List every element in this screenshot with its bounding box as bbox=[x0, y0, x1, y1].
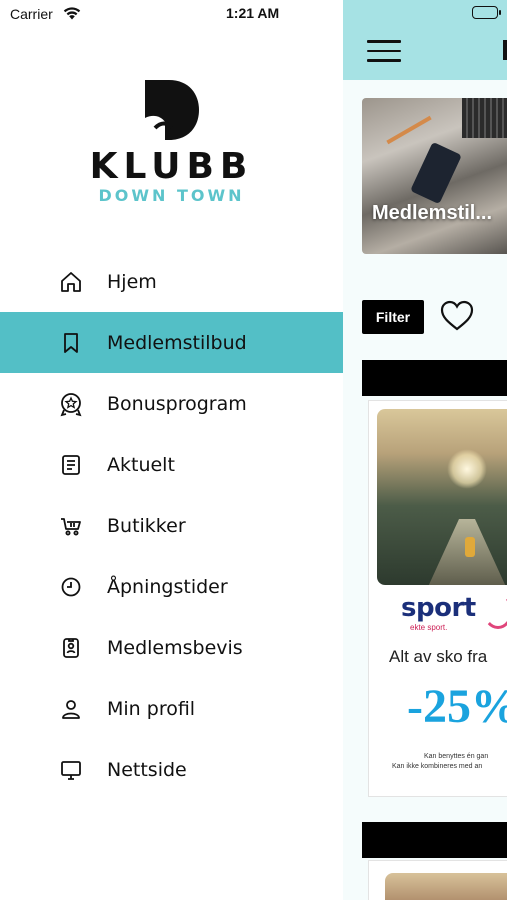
offer-card[interactable]: sport ekte sport. Alt av sko fra -25% Ka… bbox=[368, 400, 507, 797]
klubb-logo: KLUBB DOWN TOWN bbox=[0, 78, 343, 206]
menu-item-bonusprogram[interactable]: Bonusprogram bbox=[0, 373, 343, 434]
menu-label: Medlemstilbud bbox=[107, 331, 247, 354]
drawer-menu: Hjem Medlemstilbud Bonusprogram Aktuelt … bbox=[0, 251, 343, 800]
wifi-icon bbox=[62, 5, 82, 26]
menu-item-medlemstilbud[interactable]: Medlemstilbud bbox=[0, 312, 343, 373]
menu-label: Medlemsbevis bbox=[107, 636, 243, 659]
hero-phone-image bbox=[410, 141, 462, 205]
brand-swoosh-icon bbox=[483, 593, 507, 629]
offer-text: Alt av sko fra bbox=[389, 647, 488, 666]
hero-laptop-image bbox=[462, 98, 507, 138]
award-icon bbox=[58, 391, 84, 417]
menu-label: Min profil bbox=[107, 697, 196, 720]
cart-icon bbox=[58, 513, 84, 539]
offer-discount: -25% bbox=[407, 680, 507, 733]
offer-card-header bbox=[362, 360, 507, 396]
menu-label: Aktuelt bbox=[107, 453, 175, 476]
menu-item-nettside[interactable]: Nettside bbox=[0, 739, 343, 800]
menu-item-min-profil[interactable]: Min profil bbox=[0, 678, 343, 739]
battery-icon bbox=[472, 6, 501, 19]
logo-title: KLUBB bbox=[89, 146, 254, 187]
home-icon bbox=[58, 269, 84, 295]
menu-label: Åpningstider bbox=[107, 575, 228, 598]
filter-button[interactable]: Filter bbox=[362, 300, 424, 334]
hamburger-menu-icon[interactable] bbox=[367, 40, 401, 64]
offer-card[interactable] bbox=[368, 860, 507, 900]
member-card-icon bbox=[58, 635, 84, 661]
offer-brand-logo: sport bbox=[401, 593, 476, 623]
hero-banner[interactable]: Medlemstil... bbox=[362, 98, 507, 254]
main-content: Medlemstil... Filter sport ekte sport. A… bbox=[343, 0, 507, 900]
offer-fine-print: Kan benyttes én gan bbox=[424, 753, 489, 760]
menu-label: Hjem bbox=[107, 270, 157, 293]
menu-label: Bonusprogram bbox=[107, 392, 247, 415]
menu-label: Butikker bbox=[107, 514, 186, 537]
offer-fine-print: Kan ikke kombineres med an bbox=[392, 763, 483, 770]
menu-label: Nettside bbox=[107, 758, 187, 781]
offer-card-photo bbox=[377, 409, 507, 585]
status-time: 1:21 AM bbox=[226, 5, 280, 21]
hero-title: Medlemstil... bbox=[372, 202, 493, 224]
clock-icon bbox=[58, 574, 84, 600]
logo-subtitle: DOWN TOWN bbox=[98, 186, 245, 205]
carrier-label: Carrier bbox=[10, 6, 53, 22]
menu-item-apningstider[interactable]: Åpningstider bbox=[0, 556, 343, 617]
news-icon bbox=[58, 452, 84, 478]
heart-icon[interactable] bbox=[440, 300, 474, 337]
header-action-icon[interactable] bbox=[503, 40, 507, 60]
menu-item-medlemsbevis[interactable]: Medlemsbevis bbox=[0, 617, 343, 678]
offer-brand-tagline: ekte sport. bbox=[410, 623, 448, 632]
monitor-icon bbox=[58, 757, 84, 783]
user-icon bbox=[58, 696, 84, 722]
menu-item-aktuelt[interactable]: Aktuelt bbox=[0, 434, 343, 495]
status-bar: Carrier 1:21 AM bbox=[0, 0, 507, 28]
bookmark-icon bbox=[58, 330, 84, 356]
menu-item-butikker[interactable]: Butikker bbox=[0, 495, 343, 556]
hero-pen-image bbox=[386, 115, 432, 145]
offer-card-header bbox=[362, 822, 507, 858]
logo-mark-icon bbox=[144, 80, 199, 140]
navigation-drawer: KLUBB DOWN TOWN Hjem Medlemstilbud Bonus… bbox=[0, 0, 343, 900]
menu-item-hjem[interactable]: Hjem bbox=[0, 251, 343, 312]
offer-card-photo bbox=[385, 873, 507, 900]
